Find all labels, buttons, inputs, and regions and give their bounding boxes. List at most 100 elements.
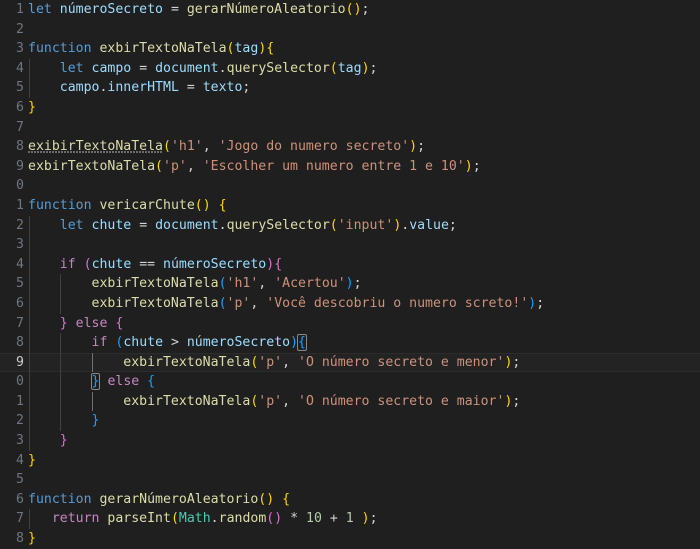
code-line[interactable]: 8} [0, 529, 700, 549]
code-editor[interactable]: 1 let númeroSecreto = gerarNúmeroAleatori… [0, 0, 700, 546]
token-str: 'input' [337, 217, 394, 233]
code-line[interactable]: 7 return parseInt(Math.random() * 10 + 1… [0, 509, 700, 530]
code-line[interactable]: 4} [0, 451, 700, 471]
token-op [28, 374, 92, 389]
token-b1: ( [194, 197, 203, 213]
code-line[interactable]: 3 } [0, 431, 700, 451]
code-text: exibirTextoNaTela('h1', 'Jogo do numero … [28, 137, 700, 157]
line-number-text: 6 [16, 99, 24, 115]
token-op [28, 80, 60, 95]
code-text: function exbirTextoNaTela(tag){ [28, 39, 700, 59]
token-var: númeroSecreto [186, 335, 291, 351]
token-fn: exbirTextoNaTela [99, 41, 227, 57]
line-number: 0 [0, 176, 24, 196]
line-number: 6 [0, 294, 24, 314]
code-line[interactable]: 1 exbirTextoNaTela('p', 'O número secret… [0, 391, 700, 412]
token-op: > [163, 335, 187, 351]
token-var: document [155, 60, 219, 76]
token-op: + [321, 511, 346, 527]
token-num: 10 [306, 511, 322, 527]
code-text: } else { [28, 314, 700, 334]
line-number: 7 [0, 118, 24, 138]
token-str: 'Acertou' [274, 276, 346, 292]
line-number: 1 [0, 0, 24, 20]
code-line[interactable]: 3 [0, 235, 700, 255]
token-b1: ) [361, 511, 370, 527]
line-number-text: 2 [16, 21, 24, 37]
line-number: 8 [0, 137, 24, 157]
token-b3: ( [218, 295, 227, 311]
code-line[interactable]: 6 function gerarNúmeroAleatorio() { [0, 490, 700, 510]
line-number: 2 [0, 20, 24, 40]
code-line[interactable]: 6 exbirTextoNaTela('p', 'Você descobriu … [0, 293, 700, 314]
line-number: 5 [0, 274, 24, 294]
token-op: , [282, 393, 298, 409]
token-op: ; [536, 295, 545, 311]
line-number-text: 7 [16, 315, 24, 331]
token-b2: ) [274, 511, 283, 527]
code-line[interactable]: 5 exbirTextoNaTela('h1', 'Acertou'); [0, 274, 700, 294]
token-num: 1 [345, 511, 354, 527]
code-line[interactable]: 8 if (chute > númeroSecreto){ [0, 333, 700, 353]
code-line[interactable]: 5 [0, 470, 700, 490]
code-text: exbirTextoNaTela('p', 'O número secreto … [28, 392, 700, 412]
token-b1: } [28, 531, 36, 547]
token-op: ; [369, 60, 378, 76]
token-kw: function [28, 491, 92, 507]
token-op [28, 433, 60, 448]
line-number: 9 [0, 353, 24, 373]
code-text: exbirTextoNaTela('p', 'Escolher um numer… [28, 157, 700, 177]
line-number-text: 6 [16, 295, 24, 311]
token-var: texto [202, 80, 243, 96]
code-text: function vericarChute() { [28, 196, 700, 216]
line-number: 2 [0, 216, 24, 236]
line-number-text: 2 [16, 413, 24, 429]
token-kw: function [28, 41, 92, 57]
token-b1: ) [266, 491, 275, 507]
code-line[interactable]: 3 function exbirTextoNaTela(tag){ [0, 39, 700, 59]
token-var: chute [91, 217, 132, 233]
token-ctl: else [107, 374, 140, 390]
token-b2: { [115, 315, 124, 331]
code-line[interactable]: 4 if (chute == númeroSecreto){ [0, 254, 700, 275]
token-str: 'Você descobriu o numero screto!' [266, 295, 529, 311]
code-line[interactable]: 4 let campo = document.querySelector(tag… [0, 58, 700, 79]
code-line[interactable]: 0 } else { [0, 372, 700, 392]
line-number: 7 [0, 314, 24, 334]
code-line[interactable]: 5 campo.innerHTML = texto; [0, 78, 700, 98]
token-op: , [202, 139, 219, 155]
token-op: . [210, 511, 219, 527]
token-kw: let [28, 2, 52, 17]
code-line[interactable]: 1 let númeroSecreto = gerarNúmeroAleatori… [0, 0, 700, 20]
token-op: ; [242, 80, 251, 96]
token-op: = [163, 2, 187, 17]
token-kw: let [59, 60, 84, 76]
code-line[interactable]: 7 } else { [0, 313, 700, 334]
token-fn: exbirTextoNaTela [91, 276, 219, 292]
code-line[interactable]: 9 exbirTextoNaTela('p', 'Escolher um nume… [0, 157, 700, 177]
token-op: , [250, 295, 267, 311]
token-fn: exbirTextoNaTela [123, 354, 251, 370]
token-op: = [131, 60, 156, 76]
code-line[interactable]: 0 [0, 176, 700, 196]
code-line[interactable]: 2 let chute = document.querySelector('in… [0, 215, 700, 236]
line-number-text: 6 [16, 491, 24, 507]
line-number: 3 [0, 39, 24, 59]
token-str: 'p' [226, 295, 251, 311]
code-line[interactable]: 8 exibirTextoNaTela('h1', 'Jogo do numero… [0, 137, 700, 157]
code-line[interactable]: 2 [0, 20, 700, 40]
token-b1: ( [329, 217, 338, 233]
token-op [139, 374, 147, 389]
line-number: 1 [0, 196, 24, 216]
token-ctl: else [75, 315, 108, 331]
code-line[interactable]: 2 } [0, 411, 700, 432]
line-number-text: 3 [16, 237, 24, 253]
token-str: 'p' [258, 354, 283, 370]
code-line[interactable]: 7 [0, 118, 700, 138]
code-line[interactable]: 6} [0, 98, 700, 118]
code-line[interactable]: 1 function vericarChute() { [0, 196, 700, 216]
token-b3: ) [290, 335, 299, 351]
line-number: 4 [0, 255, 24, 275]
code-line[interactable]: 9 exbirTextoNaTela('p', 'O número secret… [0, 352, 700, 373]
line-number-text: 1 [16, 2, 24, 17]
